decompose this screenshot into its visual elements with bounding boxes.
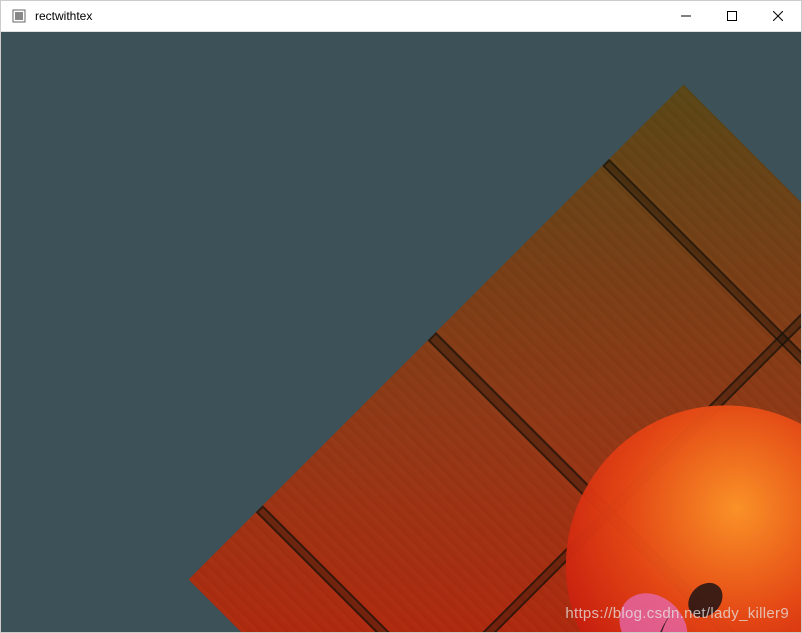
textured-quad	[189, 85, 801, 632]
minimize-icon	[681, 11, 691, 21]
close-icon	[773, 11, 783, 21]
close-button[interactable]	[755, 1, 801, 31]
maximize-icon	[727, 11, 737, 21]
viewport: https://blog.csdn.net/lady_killer9	[1, 32, 801, 632]
window-title: rectwithtex	[35, 9, 663, 23]
titlebar[interactable]: rectwithtex	[1, 1, 801, 32]
maximize-button[interactable]	[709, 1, 755, 31]
window-controls	[663, 1, 801, 31]
minimize-button[interactable]	[663, 1, 709, 31]
application-window: rectwithtex	[0, 0, 802, 633]
app-icon	[11, 8, 27, 24]
watermark-text: https://blog.csdn.net/lady_killer9	[565, 605, 789, 622]
